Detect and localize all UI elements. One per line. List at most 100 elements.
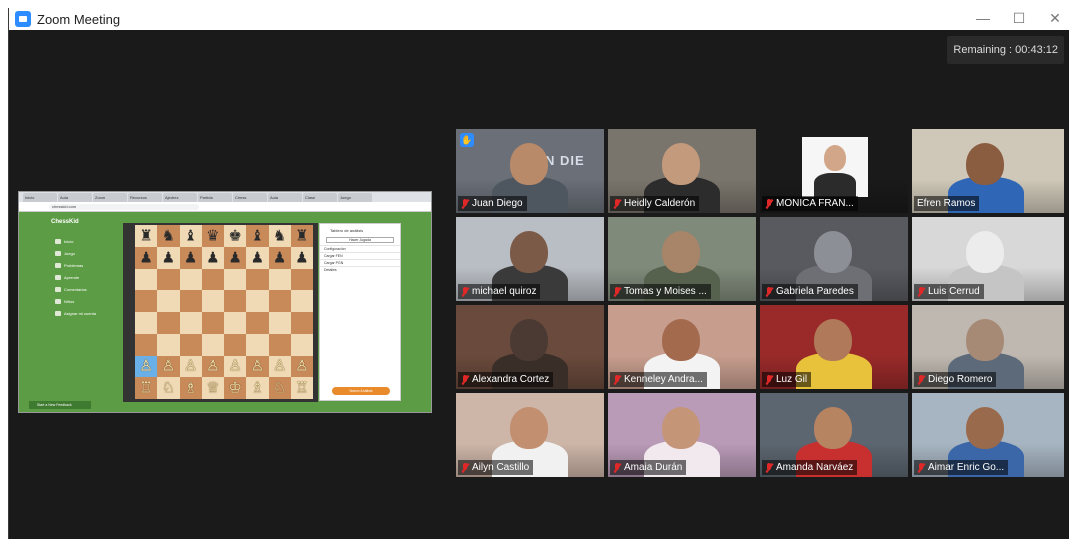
shared-screen[interactable]: Inicio Aula Zoom Recursos Ajedrez Partida Ches… xyxy=(18,191,432,413)
participant-name: Luz Gil xyxy=(776,374,808,385)
zoom-window: Zoom Meeting — ☐ ✕ Remaining : 00:43:12 … xyxy=(8,8,1069,539)
participant-tile[interactable]: Amaia Durán xyxy=(608,393,756,477)
muted-mic-icon xyxy=(765,374,773,385)
board-square: ♗ xyxy=(179,377,202,399)
participant-tile[interactable]: Efren Ramos xyxy=(912,129,1064,213)
chesskid-nav-item: Asignar mi cuenta xyxy=(55,311,96,316)
board-square: ♟ xyxy=(135,246,158,269)
chess-piece: ♜ xyxy=(139,227,153,245)
board-square: ♞ xyxy=(157,225,180,247)
participant-face xyxy=(662,231,700,273)
minimize-button[interactable]: — xyxy=(964,8,1002,30)
close-button[interactable]: ✕ xyxy=(1036,8,1069,30)
chess-piece: ♗ xyxy=(183,379,198,397)
chesskid-nav-item: Comentarios xyxy=(55,287,87,292)
participant-tile[interactable]: Gabriela Paredes xyxy=(760,217,908,301)
muted-mic-icon xyxy=(765,198,773,209)
participant-tile[interactable]: Luz Gil xyxy=(760,305,908,389)
nav-icon xyxy=(55,311,61,316)
participant-name: MONICA FRAN... xyxy=(776,198,854,209)
chess-piece: ♟ xyxy=(272,249,287,267)
board-square: ♙ xyxy=(179,355,202,378)
board-square xyxy=(290,268,313,291)
participant-tile[interactable]: Aimar Enric Go... xyxy=(912,393,1064,477)
chess-piece: ♟ xyxy=(139,249,153,267)
muted-mic-icon xyxy=(765,462,773,473)
board-square: ♖ xyxy=(135,377,158,399)
board-square xyxy=(201,312,224,334)
participant-tile[interactable]: Alexandra Cortez xyxy=(456,305,604,389)
board-square: ♞ xyxy=(268,225,291,247)
board-square xyxy=(179,312,202,334)
board-square xyxy=(290,290,313,312)
chess-piece: ♟ xyxy=(295,249,309,267)
chess-piece: ♟ xyxy=(228,249,242,267)
muted-mic-icon xyxy=(461,198,469,209)
participant-name-bar: Gabriela Paredes xyxy=(762,284,858,299)
chess-piece: ♘ xyxy=(161,379,176,397)
board-square xyxy=(201,290,224,312)
zoom-logo-icon xyxy=(15,11,31,27)
board-square: ♕ xyxy=(201,377,224,399)
browser-tab: Inicio xyxy=(23,193,57,202)
chess-piece: ♙ xyxy=(250,357,265,375)
participant-tile[interactable]: JUAN DIE ✋ Juan Diego xyxy=(456,129,604,213)
participant-face xyxy=(510,231,548,273)
participant-tile[interactable]: Ailyn Castillo xyxy=(456,393,604,477)
nav-icon xyxy=(55,263,61,268)
board-square: ♟ xyxy=(179,246,202,269)
board-square: ♟ xyxy=(290,246,313,269)
chess-piece: ♝ xyxy=(183,227,198,245)
participant-tile[interactable]: Amanda Narváez xyxy=(760,393,908,477)
chess-piece: ♙ xyxy=(161,357,176,375)
participant-tile[interactable]: Tomas y Moises ... xyxy=(608,217,756,301)
chess-piece: ♗ xyxy=(250,379,265,397)
browser-tab: Clase xyxy=(303,193,337,202)
participant-tile[interactable]: Kenneley Andra... xyxy=(608,305,756,389)
participant-name: Gabriela Paredes xyxy=(776,286,854,297)
chess-piece: ♙ xyxy=(206,357,220,375)
participant-name-bar: Amaia Durán xyxy=(610,460,687,475)
chessboard-frame: ♜ ♞ ♝ ♛ ♚ ♝ ♞ ♜ ♟ ♟ ♟ ♟ ♟ ♟ ♟ ♟ ♙ ♙ ♙ ♙ ♙ ♙ ♙ ♙ ♖ ♘ ♗ ♕ ♔ ♗ ♘ ♖ xyxy=(123,223,318,402)
participant-name-bar: Diego Romero xyxy=(914,372,997,387)
participant-name: Ailyn Castillo xyxy=(472,462,530,473)
board-square xyxy=(268,268,291,291)
chess-piece: ♞ xyxy=(161,227,176,245)
new-analysis-button: Nuevo Análisis xyxy=(332,387,390,395)
chess-piece: ♜ xyxy=(295,227,309,245)
nav-label: Problemas xyxy=(64,263,84,268)
participant-tile[interactable]: MONICA FRAN... xyxy=(760,129,908,213)
chess-piece: ♟ xyxy=(250,249,265,267)
browser-tab: Chess xyxy=(233,193,267,202)
chessboard[interactable]: ♜ ♞ ♝ ♛ ♚ ♝ ♞ ♜ ♟ ♟ ♟ ♟ ♟ ♟ ♟ ♟ ♙ ♙ ♙ ♙ ♙ ♙ ♙ ♙ ♖ ♘ ♗ ♕ ♔ ♗ ♘ ♖ xyxy=(135,225,313,399)
participant-tile[interactable]: Luis Cerrud xyxy=(912,217,1064,301)
maximize-button[interactable]: ☐ xyxy=(1000,8,1038,30)
nav-label: Comentarios xyxy=(64,287,87,292)
chess-piece: ♙ xyxy=(295,357,309,375)
participant-tile[interactable]: michael quiroz xyxy=(456,217,604,301)
participant-tile[interactable]: Heidly Calderón xyxy=(608,129,756,213)
nav-label: Juego xyxy=(64,251,75,256)
board-square xyxy=(268,333,291,356)
browser-tab: Recursos xyxy=(128,193,162,202)
board-square: ♙ xyxy=(246,355,269,378)
board-square xyxy=(135,333,158,356)
chess-piece: ♙ xyxy=(183,357,198,375)
muted-mic-icon xyxy=(917,286,925,297)
board-square xyxy=(246,268,269,291)
participant-name: Juan Diego xyxy=(472,198,523,209)
chess-piece: ♖ xyxy=(295,379,309,397)
participant-name-bar: Kenneley Andra... xyxy=(610,372,707,387)
board-square: ♘ xyxy=(268,377,291,399)
browser-tab: Aula xyxy=(268,193,302,202)
participant-name-bar: michael quiroz xyxy=(458,284,541,299)
board-square: ♖ xyxy=(290,377,313,399)
participant-tile[interactable]: Diego Romero xyxy=(912,305,1064,389)
browser-address-bar: chesskid.com xyxy=(19,202,431,212)
chess-piece: ♟ xyxy=(161,249,176,267)
chess-piece: ♔ xyxy=(228,379,242,397)
chess-piece: ♙ xyxy=(228,357,242,375)
participant-face xyxy=(662,319,700,361)
participant-face xyxy=(510,407,548,449)
participant-face xyxy=(814,407,852,449)
